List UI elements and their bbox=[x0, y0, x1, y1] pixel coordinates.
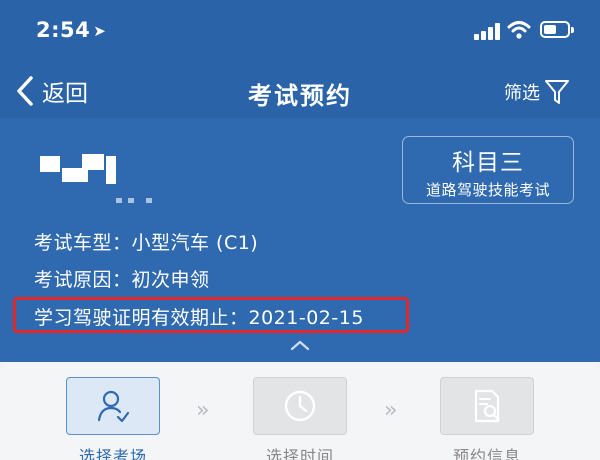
step-label: 选择考场 bbox=[78, 447, 147, 460]
funnel-icon bbox=[545, 80, 569, 104]
step-label: 预约信息 bbox=[452, 447, 521, 460]
filter-button[interactable]: 筛选 bbox=[504, 78, 570, 106]
exam-reason: 考试原因：初次申领 bbox=[34, 269, 210, 291]
step-appointment-info[interactable]: 预约信息 bbox=[440, 377, 534, 460]
subject-subtitle: 道路驾驶技能考试 bbox=[425, 181, 550, 199]
subject-title: 科目三 bbox=[452, 150, 524, 176]
subject-badge: 科目三 道路驾驶技能考试 bbox=[402, 136, 574, 204]
vehicle-type: 考试车型：小型汽车 (C1) bbox=[34, 232, 259, 254]
location-arrow-icon: ➤ bbox=[93, 22, 107, 40]
cellular-signal-icon bbox=[474, 22, 500, 40]
filter-label: 筛选 bbox=[504, 83, 540, 104]
step-icon-box bbox=[440, 377, 534, 435]
user-check-icon bbox=[97, 390, 130, 423]
step-icon-box bbox=[253, 377, 347, 435]
step-select-time[interactable]: 选择时间 bbox=[253, 377, 347, 460]
chevron-up-icon[interactable] bbox=[288, 338, 312, 352]
step-select-venue[interactable]: 选择考场 bbox=[66, 377, 160, 460]
battery-icon bbox=[540, 21, 574, 38]
step-icon-box bbox=[66, 377, 160, 435]
chevron-right-icon: ›› bbox=[196, 398, 209, 423]
document-search-icon bbox=[474, 389, 500, 423]
chevron-right-icon: ›› bbox=[384, 398, 397, 423]
highlight-box bbox=[13, 297, 409, 333]
status-time: 2:54 ➤ bbox=[36, 18, 107, 42]
wifi-icon bbox=[507, 21, 531, 39]
step-label: 选择时间 bbox=[265, 447, 334, 460]
clock-icon bbox=[284, 390, 316, 422]
